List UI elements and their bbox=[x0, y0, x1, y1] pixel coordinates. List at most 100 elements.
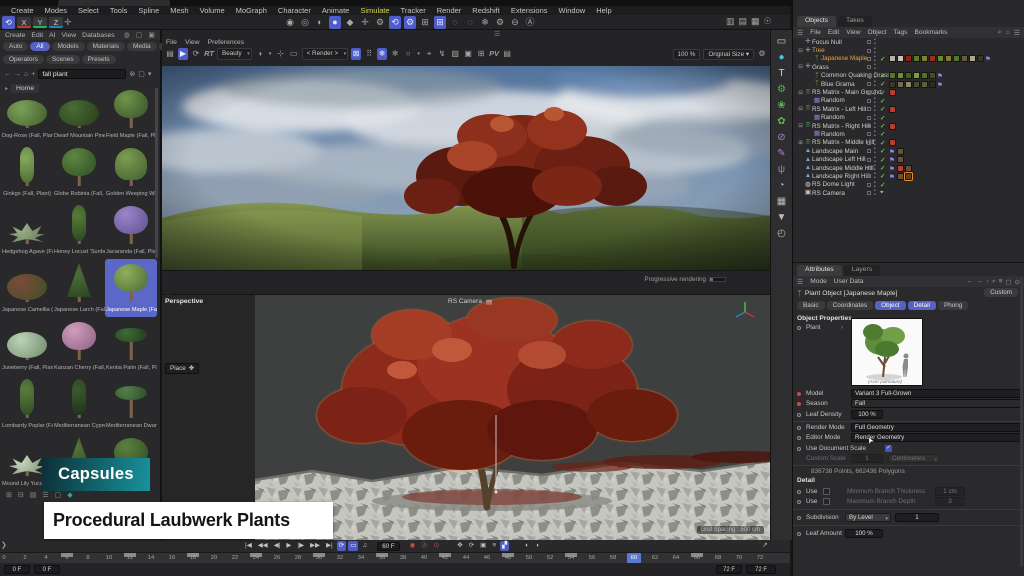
keyframe-option-button[interactable]: ▣ bbox=[478, 541, 488, 551]
toolbar-icon[interactable]: ◌ bbox=[449, 16, 461, 29]
layer-toggle[interactable] bbox=[867, 124, 871, 128]
transport-button[interactable]: ♫ bbox=[360, 541, 369, 551]
tag-chip[interactable] bbox=[929, 72, 936, 79]
layer-toggle[interactable] bbox=[867, 40, 871, 44]
tag-chip[interactable] bbox=[937, 72, 944, 79]
asset-item[interactable]: Kanzan Cherry (Fall, Pl... bbox=[53, 317, 105, 375]
palette-tool-icon[interactable]: T bbox=[778, 68, 784, 79]
layer-toggle[interactable] bbox=[867, 57, 871, 61]
size-mode-dropdown[interactable]: Original Size ▾ bbox=[703, 49, 754, 60]
object-name[interactable]: RS Camera bbox=[812, 190, 845, 197]
om-menu-object[interactable]: Object bbox=[867, 29, 886, 36]
tag-chip[interactable] bbox=[897, 165, 904, 172]
keyframe-option-button[interactable]: ≡ bbox=[490, 541, 498, 551]
enable-state-icon[interactable] bbox=[880, 97, 885, 105]
attribute-tab-pill[interactable]: Detail bbox=[908, 301, 936, 310]
axis-z-button[interactable]: Z bbox=[49, 17, 63, 28]
render-view-tool-icon[interactable]: RT bbox=[204, 48, 214, 60]
asset-item[interactable]: Hedgehog Agave (Fall... bbox=[1, 201, 53, 259]
tag-chip[interactable] bbox=[977, 55, 984, 62]
custom-button[interactable]: Custom bbox=[984, 288, 1018, 297]
object-name[interactable]: Random bbox=[821, 114, 845, 121]
asset-item[interactable]: Jacaranda (Fall, Plant) bbox=[105, 201, 157, 259]
enable-state-icon[interactable] bbox=[880, 55, 885, 63]
transport-button[interactable]: ◀◀ bbox=[256, 541, 270, 551]
lock-icon[interactable]: ▢ bbox=[1005, 278, 1011, 286]
om-menu-bookmarks[interactable]: Bookmarks bbox=[914, 29, 947, 36]
layer-toggle[interactable] bbox=[867, 82, 871, 86]
asset-item[interactable]: Japanese Larch (Fall, Pl... bbox=[53, 259, 105, 317]
asset-menu-create[interactable]: Create bbox=[3, 32, 27, 39]
asset-filter-tab[interactable]: All bbox=[30, 42, 49, 51]
enable-state-icon[interactable] bbox=[880, 172, 885, 180]
attribute-manager-tab[interactable]: Layers bbox=[844, 265, 880, 276]
camera-icon[interactable]: ▤ bbox=[486, 298, 492, 306]
asset-filter-tab[interactable]: Auto bbox=[3, 42, 28, 51]
menu-item[interactable]: Select bbox=[73, 6, 104, 15]
toolbar-icon[interactable]: ⚙ bbox=[404, 16, 416, 29]
object-name[interactable]: Landscape Middle Hill bbox=[812, 165, 874, 172]
menu-item[interactable]: Animate bbox=[317, 6, 355, 15]
object-name[interactable]: RS Matrix - Middle Hill bbox=[812, 139, 874, 146]
asset-item[interactable]: Globe Robinia (Fall, Pl... bbox=[53, 143, 105, 201]
asset-footer-icon[interactable]: ▤ bbox=[30, 491, 37, 499]
toolbar-icon[interactable]: ● bbox=[329, 16, 341, 29]
render-toolbar-icon[interactable]: ▦ bbox=[751, 16, 760, 27]
layer-toggle[interactable] bbox=[867, 116, 871, 120]
asset-footer-icon[interactable]: ⊟ bbox=[18, 491, 24, 499]
render-view-tool-icon[interactable]: ▾ bbox=[268, 48, 273, 60]
tag-chip[interactable] bbox=[929, 81, 936, 88]
use-document-scale-checkbox[interactable]: ✓ bbox=[885, 445, 892, 452]
object-tree-row[interactable]: ⊟ ⠿ RS Matrix - Left Hill •• bbox=[793, 105, 1024, 113]
object-tree-row[interactable]: ▲ Landscape Main •• bbox=[793, 147, 1024, 155]
asset-category-tab[interactable]: Presets bbox=[82, 55, 116, 64]
object-tree-row[interactable]: ⊟ ⠿ RS Matrix - Right Hill •• bbox=[793, 122, 1024, 130]
render-view-tool-icon[interactable]: ⊠ bbox=[351, 48, 361, 60]
panel-menu-icon[interactable]: ☰ bbox=[494, 30, 500, 38]
viewport-camera-label[interactable]: RS Camera▤ bbox=[448, 298, 492, 306]
render-toolbar-icon[interactable]: ▥ bbox=[726, 16, 735, 27]
menu-item[interactable]: Render bbox=[432, 6, 467, 15]
object-tree-row[interactable]: ⊞ ⠿ RS Matrix - Middle Hill •• bbox=[793, 139, 1024, 147]
toolbar-icon[interactable]: ⚙ bbox=[374, 16, 386, 29]
layer-toggle[interactable] bbox=[867, 141, 871, 145]
add-icon[interactable]: + bbox=[31, 71, 35, 78]
render-view-tool-icon[interactable]: ▶ bbox=[178, 48, 188, 60]
palette-tool-icon[interactable]: ✎ bbox=[777, 148, 785, 159]
asset-menu-edit[interactable]: Edit bbox=[29, 32, 45, 39]
editor-mode-dropdown[interactable]: Render Geometry bbox=[851, 433, 1021, 442]
tag-chip[interactable] bbox=[905, 55, 912, 62]
tag-chip[interactable] bbox=[953, 55, 960, 62]
palette-tool-icon[interactable]: ● bbox=[778, 52, 784, 63]
expand-toggle-icon[interactable]: ⊟ bbox=[797, 90, 804, 96]
zoom-level-field[interactable]: 100 % bbox=[673, 49, 701, 60]
render-toolbar-icon[interactable]: ▤ bbox=[739, 16, 748, 27]
object-name[interactable]: Random bbox=[821, 131, 845, 138]
monitor-icon[interactable]: ▢ bbox=[134, 31, 145, 39]
render-view-tool-icon[interactable]: PV bbox=[489, 48, 499, 60]
palette-tool-icon[interactable]: ▼ bbox=[777, 212, 787, 223]
plant-param-label[interactable]: Plant bbox=[806, 324, 821, 331]
om-menu-edit[interactable]: Edit bbox=[828, 29, 839, 36]
tag-chip[interactable] bbox=[897, 173, 904, 180]
layer-toggle[interactable] bbox=[867, 132, 871, 136]
tag-chip[interactable] bbox=[905, 72, 912, 79]
attr-menu-mode[interactable]: Mode bbox=[810, 278, 827, 285]
render-mode-dropdown[interactable]: Full Geometry bbox=[851, 423, 1021, 432]
object-tree-row[interactable]: ⊟ ⠿ RS Matrix - Main Ground •• bbox=[793, 88, 1024, 96]
record-button[interactable]: Ⓐ bbox=[419, 541, 430, 551]
render-view-tool-icon[interactable]: ▣ bbox=[463, 48, 473, 60]
enable-state-icon[interactable] bbox=[880, 181, 885, 189]
palette-tool-icon[interactable]: ▭ bbox=[777, 36, 786, 47]
render-view-tool-icon[interactable]: ⠿ bbox=[364, 48, 374, 60]
search-input[interactable] bbox=[38, 69, 126, 79]
rv-menu-view[interactable]: View bbox=[185, 39, 200, 46]
object-tree-row[interactable]: ✛ Focus Null •• bbox=[793, 38, 1024, 46]
forward-icon[interactable]: → bbox=[976, 278, 983, 286]
asset-menu-view[interactable]: View bbox=[60, 32, 79, 39]
toolbar-icon[interactable]: ◐ bbox=[314, 16, 326, 29]
asset-item[interactable]: Mediterranean Dwarf ... bbox=[105, 375, 157, 433]
attribute-tab-pill[interactable]: Phong bbox=[938, 301, 968, 310]
enable-state-icon[interactable] bbox=[880, 72, 885, 80]
tag-chip[interactable] bbox=[889, 123, 896, 130]
